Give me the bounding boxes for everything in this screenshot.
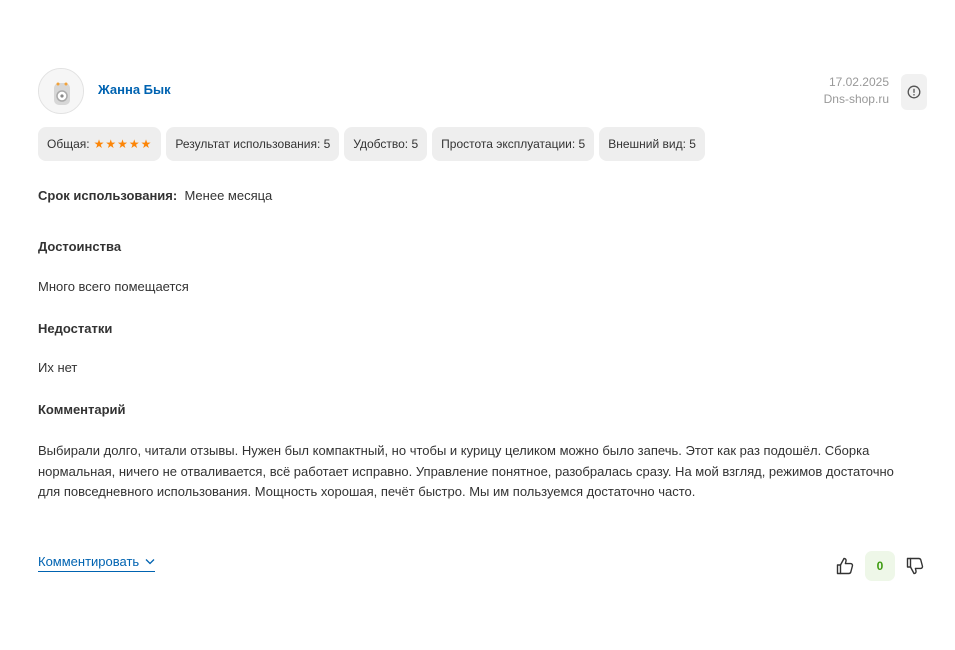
thumbs-down-icon [906, 557, 924, 575]
pros-title: Достоинства [38, 239, 122, 254]
review-source: Dns-shop.ru [823, 92, 889, 106]
thumbs-up-icon [836, 557, 854, 575]
chevron-down-icon [145, 559, 155, 565]
pros-text: Много всего помещается [38, 279, 189, 294]
info-button[interactable] [901, 74, 927, 110]
cons-text: Их нет [38, 360, 78, 375]
rating-ease-of-use: Простота эксплуатации: 5 [432, 127, 595, 161]
like-button[interactable] [834, 555, 856, 577]
rating-usage-result: Результат использования: 5 [166, 127, 340, 161]
usage-period-label: Срок использования: [38, 188, 178, 203]
cons-title: Недостатки [38, 321, 113, 336]
comment-title: Комментарий [38, 402, 126, 417]
rating-overall-label: Общая: [47, 137, 90, 151]
rating-overall: Общая: ★★★★★ [38, 127, 162, 161]
usage-period: Срок использования: Менее месяца [38, 188, 272, 203]
rating-stars: ★★★★★ [93, 137, 153, 151]
review-card: Жанна Бык 17.02.2025 Dns-shop.ru Общая: … [38, 68, 930, 581]
comment-text: Выбирали долго, читали отзывы. Нужен был… [38, 443, 894, 499]
info-icon [907, 85, 921, 99]
vote-count: 0 [865, 551, 895, 581]
dislike-button[interactable] [904, 555, 926, 577]
comment-button[interactable]: Комментировать [38, 554, 156, 572]
review-header: Жанна Бык 17.02.2025 Dns-shop.ru [38, 68, 930, 116]
user-avatar-icon[interactable] [38, 68, 84, 114]
review-date: 17.02.2025 [828, 75, 889, 89]
rating-appearance: Внешний вид: 5 [599, 127, 705, 161]
ratings-list: Общая: ★★★★★ Результат использования: 5 … [38, 127, 705, 161]
comment-button-label: Комментировать [38, 554, 140, 569]
author-name[interactable]: Жанна Бык [98, 82, 171, 97]
vote-controls: 0 [834, 551, 926, 581]
rating-convenience: Удобство: 5 [344, 127, 428, 161]
review-meta: 17.02.2025 Dns-shop.ru [824, 74, 889, 108]
usage-period-value: Менее месяца [184, 188, 273, 203]
